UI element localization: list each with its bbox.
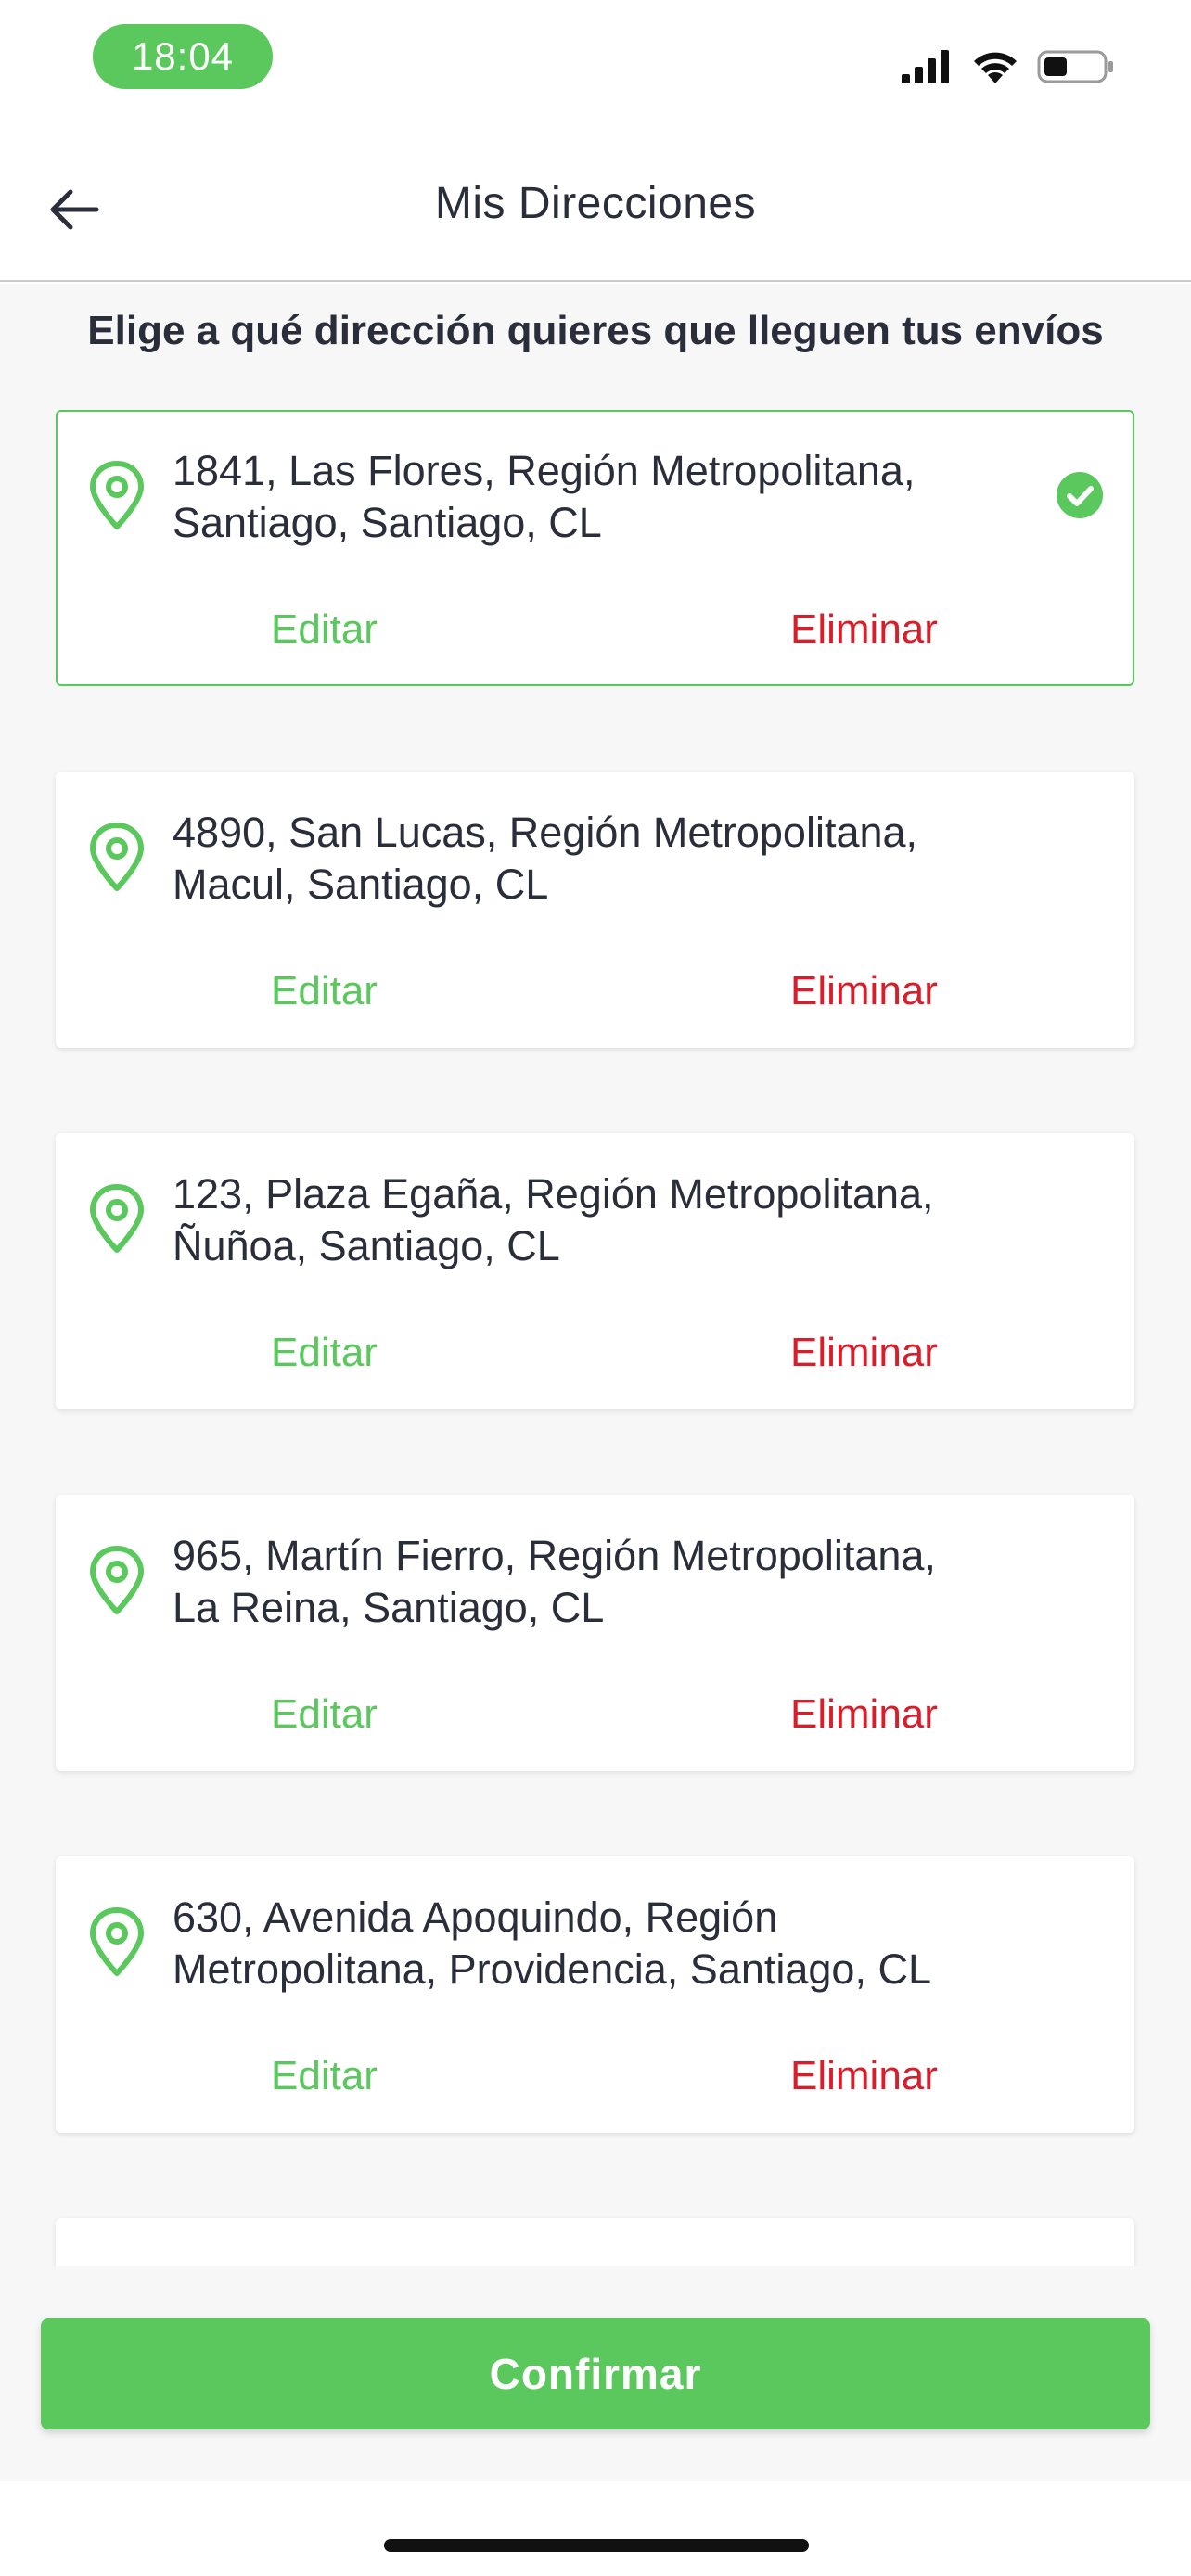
address-list-area[interactable]: Elige a qué dirección quieres que llegue…	[0, 284, 1191, 2266]
instruction-text: Elige a qué dirección quieres que llegue…	[87, 308, 1104, 353]
location-pin-icon	[90, 1546, 144, 1614]
address-line-1: 965, Martín Fierro, Región Metropolitana…	[173, 1532, 936, 1579]
delete-button[interactable]: Eliminar	[790, 606, 938, 653]
delete-button[interactable]: Eliminar	[790, 1330, 938, 1376]
confirm-button[interactable]: Confirmar	[41, 2318, 1150, 2429]
address-text: 965, Martín Fierro, Región Metropolitana…	[173, 1530, 989, 1634]
address-card[interactable]: 4890, San Lucas, Región Metropolitana, M…	[56, 772, 1134, 1048]
edit-button[interactable]: Editar	[271, 606, 378, 653]
delete-button[interactable]: Eliminar	[790, 1691, 938, 1738]
status-bar: 18:04	[0, 0, 1191, 139]
address-text: 1841, Las Flores, Región Metropolitana, …	[173, 445, 989, 549]
edit-button[interactable]: Editar	[271, 968, 378, 1014]
address-text: 123, Plaza Egaña, Región Metropolitana, …	[173, 1168, 989, 1272]
home-indicator[interactable]	[384, 2539, 809, 2552]
bottom-bar: Confirmar	[0, 2266, 1191, 2481]
delete-button[interactable]: Eliminar	[790, 968, 938, 1014]
location-pin-icon	[90, 823, 144, 891]
cellular-signal-icon	[902, 50, 949, 83]
address-line-2: Metropolitana, Providencia, Santiago, CL	[173, 1945, 931, 1993]
address-card[interactable]: 965, Martín Fierro, Región Metropolitana…	[56, 1495, 1134, 1771]
address-line-2: Ñuñoa, Santiago, CL	[173, 1222, 560, 1269]
edit-button[interactable]: Editar	[271, 2053, 378, 2099]
address-text: 4890, San Lucas, Región Metropolitana, M…	[173, 807, 989, 911]
home-area	[0, 2481, 1191, 2576]
header: Mis Direcciones	[0, 139, 1191, 282]
address-line-2: La Reina, Santiago, CL	[173, 1584, 605, 1631]
address-card[interactable]: 630, Avenida Apoquindo, Región Metropoli…	[56, 1856, 1134, 2133]
address-card[interactable]: 123, Plaza Egaña, Región Metropolitana, …	[56, 1133, 1134, 1409]
address-line-1: 630, Avenida Apoquindo, Región	[173, 1894, 778, 1941]
location-pin-icon	[90, 461, 144, 529]
status-time: 18:04	[93, 24, 273, 89]
page-title: Mis Direcciones	[434, 179, 757, 228]
address-line-1: 123, Plaza Egaña, Región Metropolitana,	[173, 1170, 934, 1218]
wifi-icon	[974, 52, 1017, 83]
address-line-1: 1841, Las Flores, Región Metropolitana,	[173, 447, 916, 494]
location-pin-icon	[90, 1184, 144, 1253]
address-card-selected[interactable]: 1841, Las Flores, Región Metropolitana, …	[56, 410, 1134, 686]
delete-button[interactable]: Eliminar	[790, 2053, 938, 2099]
address-card-partial[interactable]	[56, 2218, 1134, 2266]
address-line-2: Macul, Santiago, CL	[173, 861, 549, 908]
battery-icon	[1037, 50, 1113, 83]
address-line-1: 4890, San Lucas, Región Metropolitana,	[173, 809, 918, 856]
address-text: 630, Avenida Apoquindo, Región Metropoli…	[173, 1892, 989, 1996]
address-line-2: Santiago, Santiago, CL	[173, 499, 602, 546]
selected-check-icon	[1057, 472, 1103, 518]
edit-button[interactable]: Editar	[271, 1691, 378, 1738]
location-pin-icon	[90, 1907, 144, 1976]
edit-button[interactable]: Editar	[271, 1330, 378, 1376]
